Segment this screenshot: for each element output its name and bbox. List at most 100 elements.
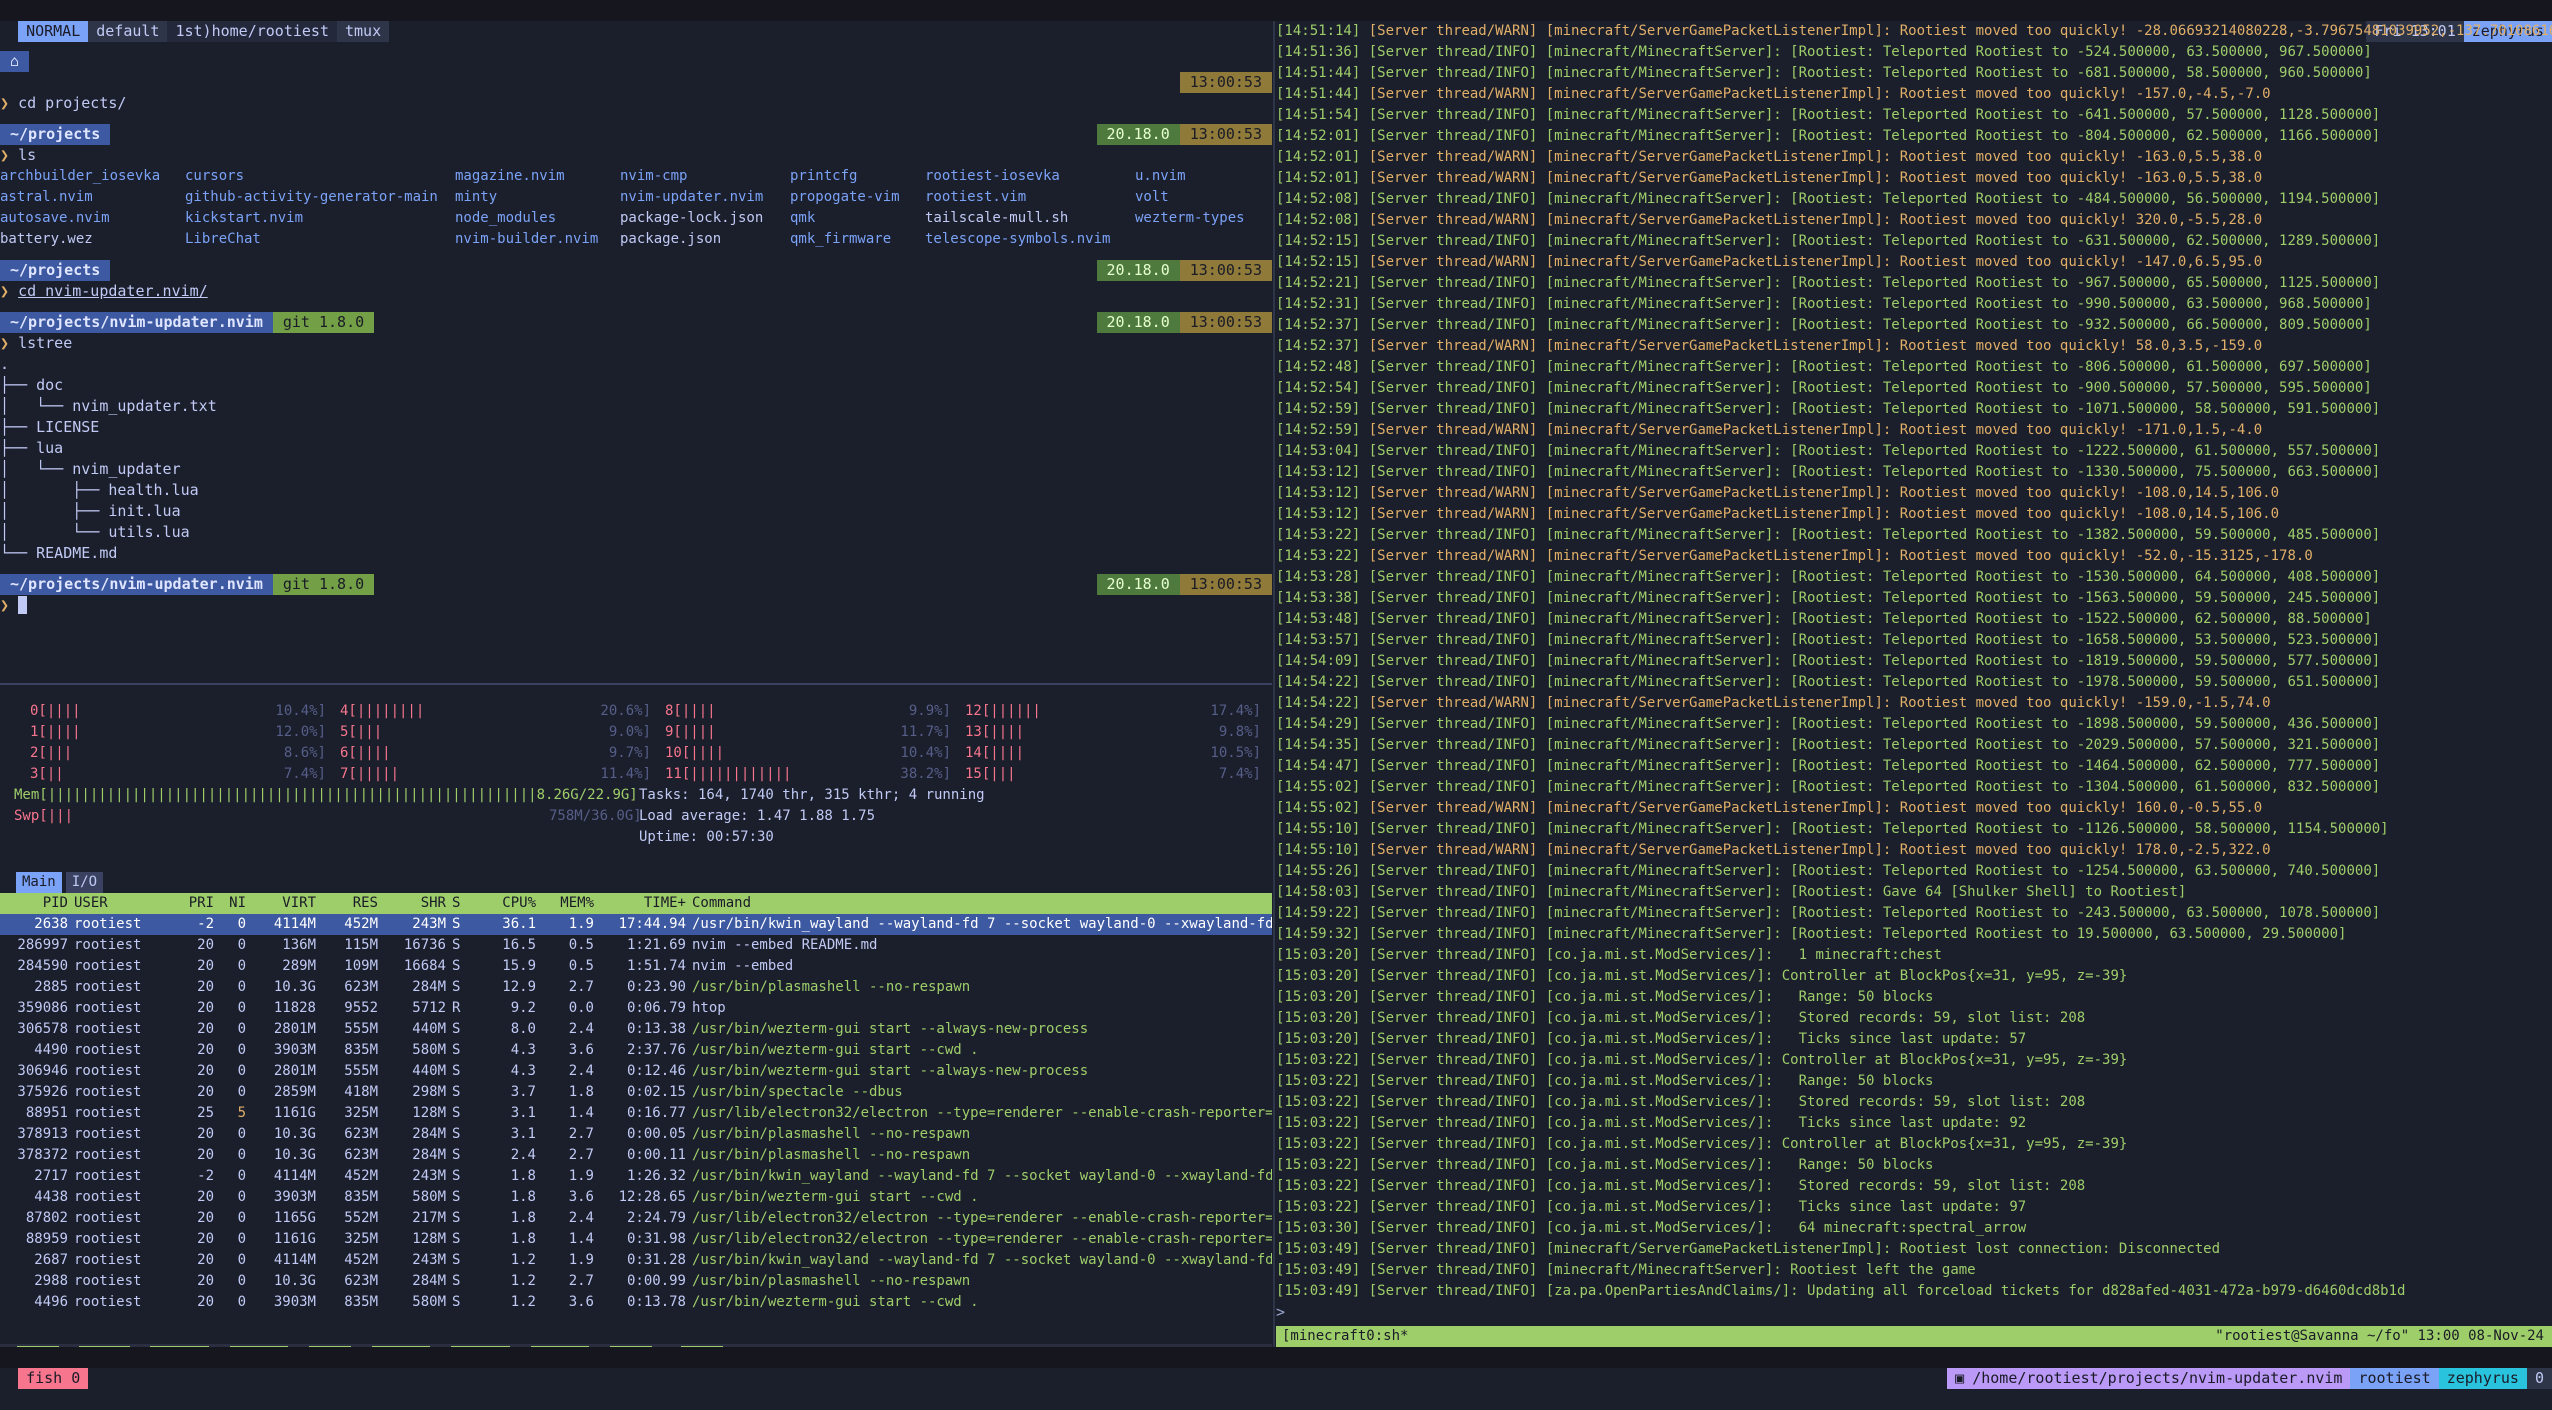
pane-divider-vertical[interactable] bbox=[1273, 21, 1275, 1347]
ls-item[interactable]: LibreChat bbox=[185, 229, 455, 250]
htop-pane[interactable]: 0[|||| 10.4%] 4[|||||||| 20.6%] 8[|||| 9.9%] 1… bbox=[0, 689, 1272, 1347]
process-cell: 325M bbox=[344, 1231, 378, 1247]
process-row[interactable]: 2885 rootiest 20 0 10.3G 623M 284M S 12.9 2.7 0:23… bbox=[0, 977, 1272, 998]
log-level-text: WARN bbox=[1495, 800, 1529, 816]
log-time: [14:52:01] bbox=[1276, 170, 1361, 186]
process-row[interactable]: 88951 rootiest 25 5 1161G 325M 128M S 3.1 1.4 0:16… bbox=[0, 1103, 1272, 1124]
ls-item[interactable]: nvim-cmp bbox=[620, 166, 790, 187]
process-row[interactable]: 2717 rootiest -2 0 4114M 452M 243M S 1.8 1.9 1:26.… bbox=[0, 1166, 1272, 1187]
column-header[interactable]: MEM% bbox=[542, 893, 600, 914]
log-line: [15:03:49] [Server thread/INFO] [minecra… bbox=[1276, 1239, 2552, 1260]
process-cell: 17:44.94 bbox=[618, 916, 686, 932]
column-header[interactable]: TIME+ bbox=[600, 893, 692, 914]
server-log-pane[interactable]: [14:51:14] [Server thread/WARN] [minecra… bbox=[1276, 21, 2552, 1326]
column-header[interactable]: S bbox=[452, 893, 480, 914]
ls-item[interactable]: u.nvim bbox=[1135, 166, 1265, 187]
tab-main[interactable]: Main bbox=[16, 872, 62, 893]
log-level-text: INFO bbox=[1495, 443, 1529, 459]
process-cell: 306578 bbox=[17, 1021, 68, 1037]
ls-item[interactable]: nvim-updater.nvim bbox=[620, 187, 790, 208]
log-prompt[interactable]: > bbox=[1276, 1302, 2552, 1323]
pane-divider[interactable] bbox=[0, 683, 1272, 685]
process-row[interactable]: 306578 rootiest 20 0 2801M 555M 440M S 8.0 2.4 0:1… bbox=[0, 1019, 1272, 1040]
log-thread: [Server thread/ bbox=[1360, 758, 1496, 774]
process-row[interactable]: 2638 rootiest -2 0 4114M 452M 243M S 36.1 1.9 17:4… bbox=[0, 914, 1272, 935]
process-cell: 243M bbox=[412, 1252, 446, 1268]
process-header[interactable]: PID USER PRI NI VIRT RES SHR S CPU% MEM% TIME+ Comm… bbox=[0, 893, 1272, 914]
ls-item[interactable]: rootiest-iosevka bbox=[925, 166, 1135, 187]
process-cell: S bbox=[452, 1231, 461, 1247]
ls-item[interactable]: astral.nvim bbox=[0, 187, 185, 208]
cursor[interactable] bbox=[18, 596, 28, 614]
column-header[interactable]: SHR bbox=[384, 893, 452, 914]
column-header[interactable]: RES bbox=[322, 893, 384, 914]
process-cell: 555M bbox=[344, 1021, 378, 1037]
process-row[interactable]: 306946 rootiest 20 0 2801M 555M 440M S 4.3 2.4 0:1… bbox=[0, 1061, 1272, 1082]
ls-item[interactable]: volt bbox=[1135, 187, 1265, 208]
process-row[interactable]: 286997 rootiest 20 0 136M 115M 16736 S 16.5 0.5 1:… bbox=[0, 935, 1272, 956]
column-header[interactable]: Command bbox=[692, 893, 1272, 914]
tab-io[interactable]: I/O bbox=[65, 872, 104, 893]
column-header[interactable]: PID bbox=[0, 893, 74, 914]
process-cell: 298M bbox=[412, 1084, 446, 1100]
process-row[interactable]: 284590 rootiest 20 0 289M 109M 16684 S 15.9 0.5 1:… bbox=[0, 956, 1272, 977]
log-message: [minecraft/ServerGamePacketListenerImpl]… bbox=[1545, 548, 2313, 564]
ls-item[interactable]: propogate-vim bbox=[790, 187, 925, 208]
process-row[interactable]: 2988 rootiest 20 0 10.3G 623M 284M S 1.2 2.7 0:00.… bbox=[0, 1271, 1272, 1292]
log-line: [14:53:28] [Server thread/INFO] [minecra… bbox=[1276, 567, 2552, 588]
ls-item[interactable]: cursors bbox=[185, 166, 455, 187]
process-cell: 5 bbox=[237, 1105, 246, 1121]
process-cell: 2.7 bbox=[568, 1147, 594, 1163]
process-cell: 20 bbox=[197, 1273, 214, 1289]
process-cell: 2859M bbox=[273, 1084, 316, 1100]
log-time: [14:54:29] bbox=[1276, 716, 1361, 732]
ls-item[interactable]: archbuilder_iosevka bbox=[0, 166, 185, 187]
column-header[interactable]: CPU% bbox=[480, 893, 542, 914]
process-row[interactable]: 4490 rootiest 20 0 3903M 835M 580M S 4.3 3.6 2:37.… bbox=[0, 1040, 1272, 1061]
column-header[interactable]: PRI bbox=[168, 893, 220, 914]
ls-item[interactable]: autosave.nvim bbox=[0, 208, 185, 229]
log-level: [Server thread/INFO] bbox=[1360, 821, 1545, 837]
ls-item[interactable]: qmk_firmware bbox=[790, 229, 925, 250]
process-row[interactable]: 2687 rootiest 20 0 4114M 452M 243M S 1.2 1.9 0:31.… bbox=[0, 1250, 1272, 1271]
column-header[interactable]: USER bbox=[74, 893, 168, 914]
process-row[interactable]: 378913 rootiest 20 0 10.3G 623M 284M S 3.1 2.7 0:0… bbox=[0, 1124, 1272, 1145]
ls-item[interactable]: package-lock.json bbox=[620, 208, 790, 229]
process-row[interactable]: 4496 rootiest 20 0 3903M 835M 580M S 1.2 3.6 0:13.… bbox=[0, 1292, 1272, 1313]
ls-item[interactable]: github-activity-generator-main bbox=[185, 187, 455, 208]
prompt-path: ~/projects bbox=[0, 124, 111, 145]
ls-item[interactable]: wezterm-types bbox=[1135, 208, 1265, 229]
process-row[interactable]: 375926 rootiest 20 0 2859M 418M 298M S 3.7 1.8 0:0… bbox=[0, 1082, 1272, 1103]
ls-item[interactable]: printcfg bbox=[790, 166, 925, 187]
ls-item[interactable]: nvim-builder.nvim bbox=[455, 229, 620, 250]
shell-terminal[interactable]: ⌂ 13:00:53 ❯ cd projects/ ~/projects 20.1… bbox=[0, 21, 1272, 681]
ls-item[interactable]: tailscale-mull.sh bbox=[925, 208, 1135, 229]
ls-item[interactable]: minty bbox=[455, 187, 620, 208]
process-cell: 623M bbox=[344, 979, 378, 995]
log-message: [minecraft/MinecraftServer]: [Rootiest: … bbox=[1545, 65, 2372, 81]
process-row[interactable]: 378372 rootiest 20 0 10.3G 623M 284M S 2.4 2.7 0:0… bbox=[0, 1145, 1272, 1166]
process-cell: /usr/lib/electron32/electron --type=rend… bbox=[692, 1105, 1272, 1121]
process-row[interactable]: 359086 rootiest 20 0 11828 9552 5712 R 9.2 0.0 0:0… bbox=[0, 998, 1272, 1019]
column-header[interactable]: VIRT bbox=[252, 893, 322, 914]
ls-item[interactable]: qmk bbox=[790, 208, 925, 229]
process-cell: 2801M bbox=[273, 1063, 316, 1079]
process-cell: 20 bbox=[197, 1147, 214, 1163]
process-row[interactable]: 88959 rootiest 20 0 1161G 325M 128M S 1.8 1.4 0:31… bbox=[0, 1229, 1272, 1250]
column-header[interactable]: NI bbox=[220, 893, 252, 914]
left-pane[interactable]: ⌂ 13:00:53 ❯ cd projects/ ~/projects 20.1… bbox=[0, 21, 1272, 1347]
ls-item[interactable]: battery.wez bbox=[0, 229, 185, 250]
ls-item[interactable]: rootiest.vim bbox=[925, 187, 1135, 208]
ls-item[interactable]: package.json bbox=[620, 229, 790, 250]
log-line: [15:03:49] [Server thread/INFO] [minecra… bbox=[1276, 1260, 2552, 1281]
cpu-bars: 11[|||||||||||| bbox=[665, 766, 792, 782]
ls-item[interactable]: telescope-symbols.nvim bbox=[925, 229, 1135, 250]
ls-item[interactable] bbox=[1135, 229, 1265, 250]
process-row[interactable]: 4438 rootiest 20 0 3903M 835M 580M S 1.8 3.6 12:28… bbox=[0, 1187, 1272, 1208]
ls-item[interactable]: magazine.nvim bbox=[455, 166, 620, 187]
log-message: [minecraft/MinecraftServer]: [Rootiest: … bbox=[1545, 233, 2381, 249]
ls-item[interactable]: kickstart.nvim bbox=[185, 208, 455, 229]
process-row[interactable]: 87802 rootiest 20 0 1165G 552M 217M S 1.8 2.4 2:24… bbox=[0, 1208, 1272, 1229]
process-list[interactable]: 2638 rootiest -2 0 4114M 452M 243M S 36.1 1.9 17:4… bbox=[0, 914, 1272, 1313]
ls-item[interactable]: node_modules bbox=[455, 208, 620, 229]
